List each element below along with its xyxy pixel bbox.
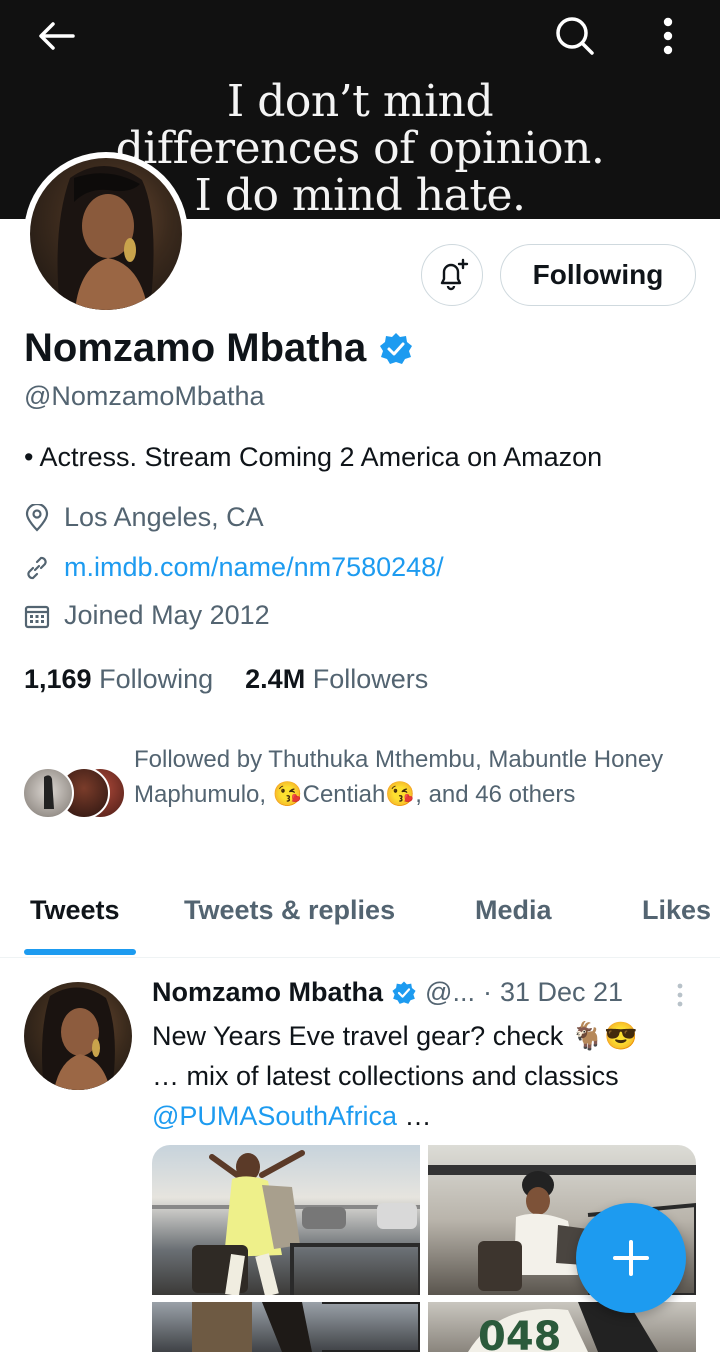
search-icon (556, 17, 594, 55)
joined-text: Joined May 2012 (64, 600, 270, 630)
profile-tabs: Tweets Tweets & replies Media Likes (0, 885, 720, 958)
notifications-button[interactable] (421, 244, 483, 306)
following-count: 1,169 (24, 664, 92, 694)
more-vertical-icon (677, 983, 683, 1007)
tweet-more-button[interactable] (668, 980, 692, 1010)
location-pin-icon (25, 503, 49, 532)
location-row: Los Angeles, CA (24, 502, 264, 533)
tweet-photo[interactable] (152, 1145, 420, 1295)
compose-tweet-button[interactable] (576, 1203, 686, 1313)
bell-plus-icon (440, 258, 469, 291)
tweet-author[interactable]: Nomzamo Mbatha (152, 977, 383, 1008)
active-tab-indicator (24, 949, 136, 955)
tweet-ellipsis: … (397, 1101, 432, 1131)
following-stat[interactable]: 1,169 Following (24, 664, 213, 695)
followers-stat[interactable]: 2.4M Followers (245, 664, 428, 695)
profile-name: Nomzamo Mbatha (24, 326, 414, 371)
followed-by-text[interactable]: Followed by Thuthuka Mthembu, Mabuntle H… (134, 742, 674, 812)
profile-bio: • Actress. Stream Coming 2 America on Am… (24, 442, 603, 472)
back-button[interactable] (34, 14, 78, 58)
following-button[interactable]: Following (500, 244, 696, 306)
avatar (22, 767, 74, 819)
tweet-photo[interactable]: 048 (428, 1302, 696, 1352)
website-row[interactable]: m.imdb.com/name/nm7580248/ (24, 552, 444, 583)
verified-badge-icon (392, 980, 416, 1004)
tab-tweets-replies[interactable]: Tweets & replies (184, 895, 395, 926)
tweet-text-line: … mix of latest collections and classics (152, 1061, 619, 1091)
profile-avatar[interactable] (24, 152, 188, 316)
verified-badge-icon (380, 332, 413, 364)
tab-media[interactable]: Media (475, 895, 552, 926)
more-button[interactable] (646, 14, 690, 58)
joined-row: Joined May 2012 (24, 600, 270, 631)
search-button[interactable] (553, 14, 597, 58)
profile-handle: @NomzamoMbatha (24, 381, 265, 411)
banner-quote-line: I don’t mind (226, 76, 494, 127)
more-vertical-icon (663, 17, 673, 55)
tweet-mention-link[interactable]: @PUMASouthAfrica (152, 1101, 397, 1131)
following-label: Following (99, 664, 214, 694)
website-link[interactable]: m.imdb.com/name/nm7580248/ (64, 552, 444, 583)
tab-tweets[interactable]: Tweets (30, 895, 120, 926)
tweet-header: Nomzamo Mbatha @... · 31 Dec 21 (152, 977, 623, 1008)
calendar-icon (24, 605, 50, 628)
tweet-handle[interactable]: @... (425, 977, 475, 1008)
plus-icon (613, 1240, 649, 1276)
location-text: Los Angeles, CA (64, 502, 264, 532)
tweet-text: New Years Eve travel gear? check 🐐😎 … mi… (152, 1016, 692, 1136)
tweet-date[interactable]: 31 Dec 21 (500, 977, 623, 1008)
tweet-avatar[interactable] (24, 982, 132, 1090)
followers-label: Followers (312, 664, 429, 694)
followed-by-avatars[interactable] (22, 767, 132, 819)
follow-stats: 1,169 Following 2.4M Followers (24, 664, 428, 695)
tweet-separator: · (482, 977, 492, 1007)
svg-text:048: 048 (478, 1314, 562, 1352)
tweet-photo[interactable] (152, 1302, 420, 1352)
tab-likes[interactable]: Likes (642, 895, 711, 926)
followers-count: 2.4M (245, 664, 306, 694)
tweet-text-line: New Years Eve travel gear? check 🐐😎 (152, 1021, 638, 1051)
link-icon (27, 556, 47, 579)
arrow-left-icon (39, 22, 75, 50)
profile-name-text: Nomzamo Mbatha (24, 326, 367, 370)
avatar (30, 158, 182, 310)
